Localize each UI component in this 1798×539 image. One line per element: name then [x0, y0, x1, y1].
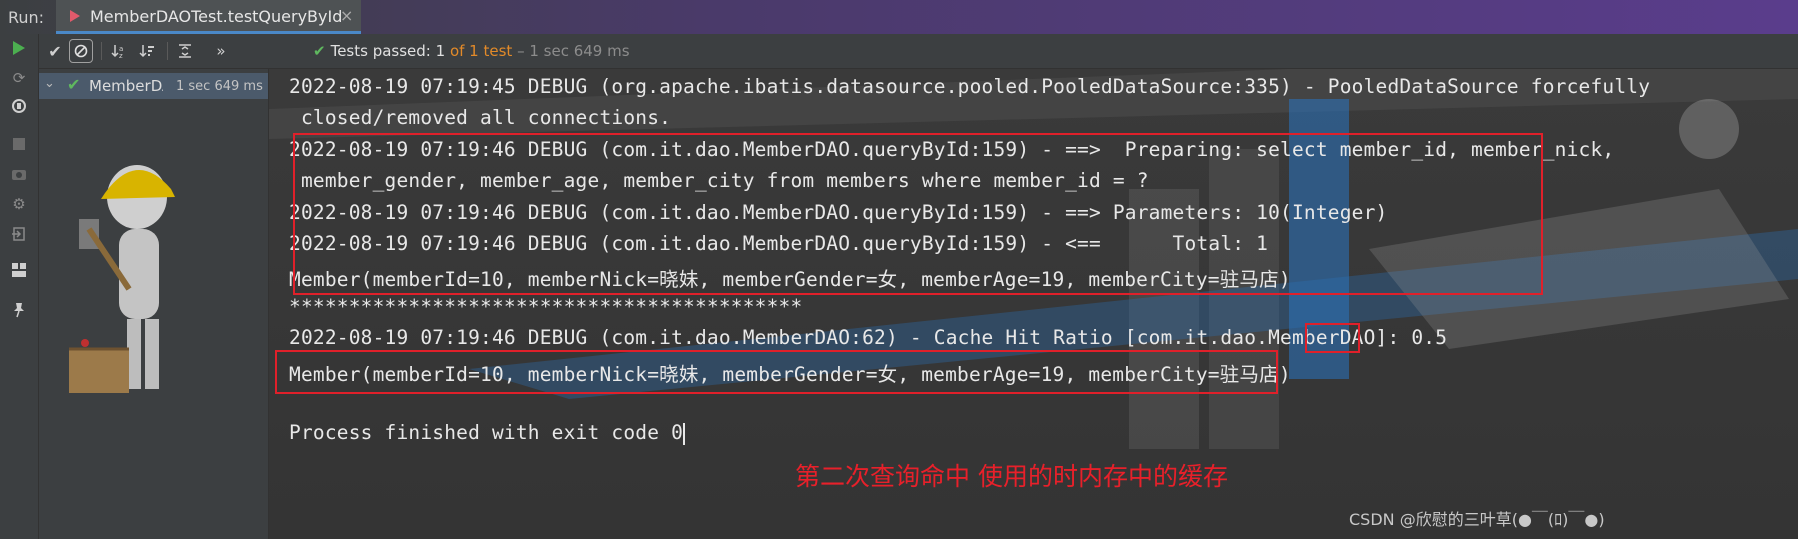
exit-line-text: Process finished with exit code 0	[289, 421, 684, 444]
passed-check-icon: ✔	[67, 75, 81, 94]
run-tab-bar: Run: MemberDAOTest.testQueryById ×	[0, 0, 1798, 34]
svg-text:z: z	[119, 52, 123, 59]
watermark: CSDN @欣慰的三叶草(●￣(ﾛ)￣●)	[1349, 510, 1605, 529]
settings-icon[interactable]: ⚙	[11, 195, 27, 213]
console-output[interactable]: 2022-08-19 07:19:45 DEBUG (org.apache.ib…	[269, 69, 1798, 539]
console-line-2: closed/removed all connections.	[289, 106, 672, 129]
test-run-icon	[70, 10, 80, 22]
tab-close-icon[interactable]: ×	[340, 6, 353, 25]
toggle-auto-test-icon[interactable]	[11, 98, 27, 114]
worker-figure-illustration	[69, 165, 175, 393]
highlight-box-hit-ratio	[1305, 323, 1360, 353]
tab-test-run[interactable]: MemberDAOTest.testQueryById ×	[56, 0, 361, 34]
layout-icon[interactable]	[11, 262, 27, 278]
chevron-down-icon[interactable]: ⌄	[44, 76, 55, 91]
stop-icon[interactable]	[11, 136, 27, 152]
rerun-failed-icon[interactable]: ⟳	[11, 69, 27, 87]
console-line-9: 2022-08-19 07:19:46 DEBUG (com.it.dao.Me…	[289, 326, 1448, 349]
tab-title: MemberDAOTest.testQueryById	[90, 7, 343, 26]
expand-collapse-icon[interactable]	[173, 39, 197, 63]
check-icon[interactable]: ✔	[43, 39, 67, 63]
tree-item-label: MemberDAOTest	[89, 77, 163, 95]
highlight-box-query	[293, 133, 1543, 295]
run-label: Run:	[8, 8, 45, 27]
cancel-filter-icon[interactable]	[69, 39, 93, 63]
rerun-icon[interactable]	[11, 40, 27, 56]
passed-check-icon: ✔	[313, 42, 326, 60]
text-caret	[683, 422, 686, 445]
test-toolbar: ✔ az » ✔ Tests passed: 1 of 1 test – 1 se…	[39, 34, 1798, 69]
pin-icon[interactable]	[11, 302, 27, 318]
test-status: ✔ Tests passed: 1 of 1 test – 1 sec 649 m…	[313, 42, 630, 60]
run-gutter: ⟳ ⚙	[0, 34, 39, 539]
sort-duration-icon[interactable]	[135, 39, 159, 63]
console-line-8: ****************************************…	[289, 295, 803, 318]
sort-alpha-icon[interactable]: az	[107, 39, 131, 63]
highlight-box-cached-result	[275, 350, 1278, 394]
status-passed: Tests passed: 1	[330, 42, 446, 60]
console-line-12: Process finished with exit code 0	[289, 421, 686, 445]
camera-icon[interactable]	[11, 166, 27, 182]
annotation-note: 第二次查询命中 使用的时内存中的缓存	[795, 462, 1228, 491]
exit-icon[interactable]	[11, 226, 27, 242]
more-icon[interactable]: »	[209, 39, 233, 63]
test-tree: ⌄ ✔ MemberDAOTest 1 sec 649 ms	[39, 69, 269, 539]
console-line-1: 2022-08-19 07:19:45 DEBUG (org.apache.ib…	[289, 75, 1651, 98]
tree-item-time: 1 sec 649 ms	[176, 79, 263, 94]
tree-item-member-dao-test[interactable]: ⌄ ✔ MemberDAOTest 1 sec 649 ms	[39, 73, 268, 99]
status-time: – 1 sec 649 ms	[517, 42, 630, 60]
status-of: of 1 test	[449, 42, 513, 60]
